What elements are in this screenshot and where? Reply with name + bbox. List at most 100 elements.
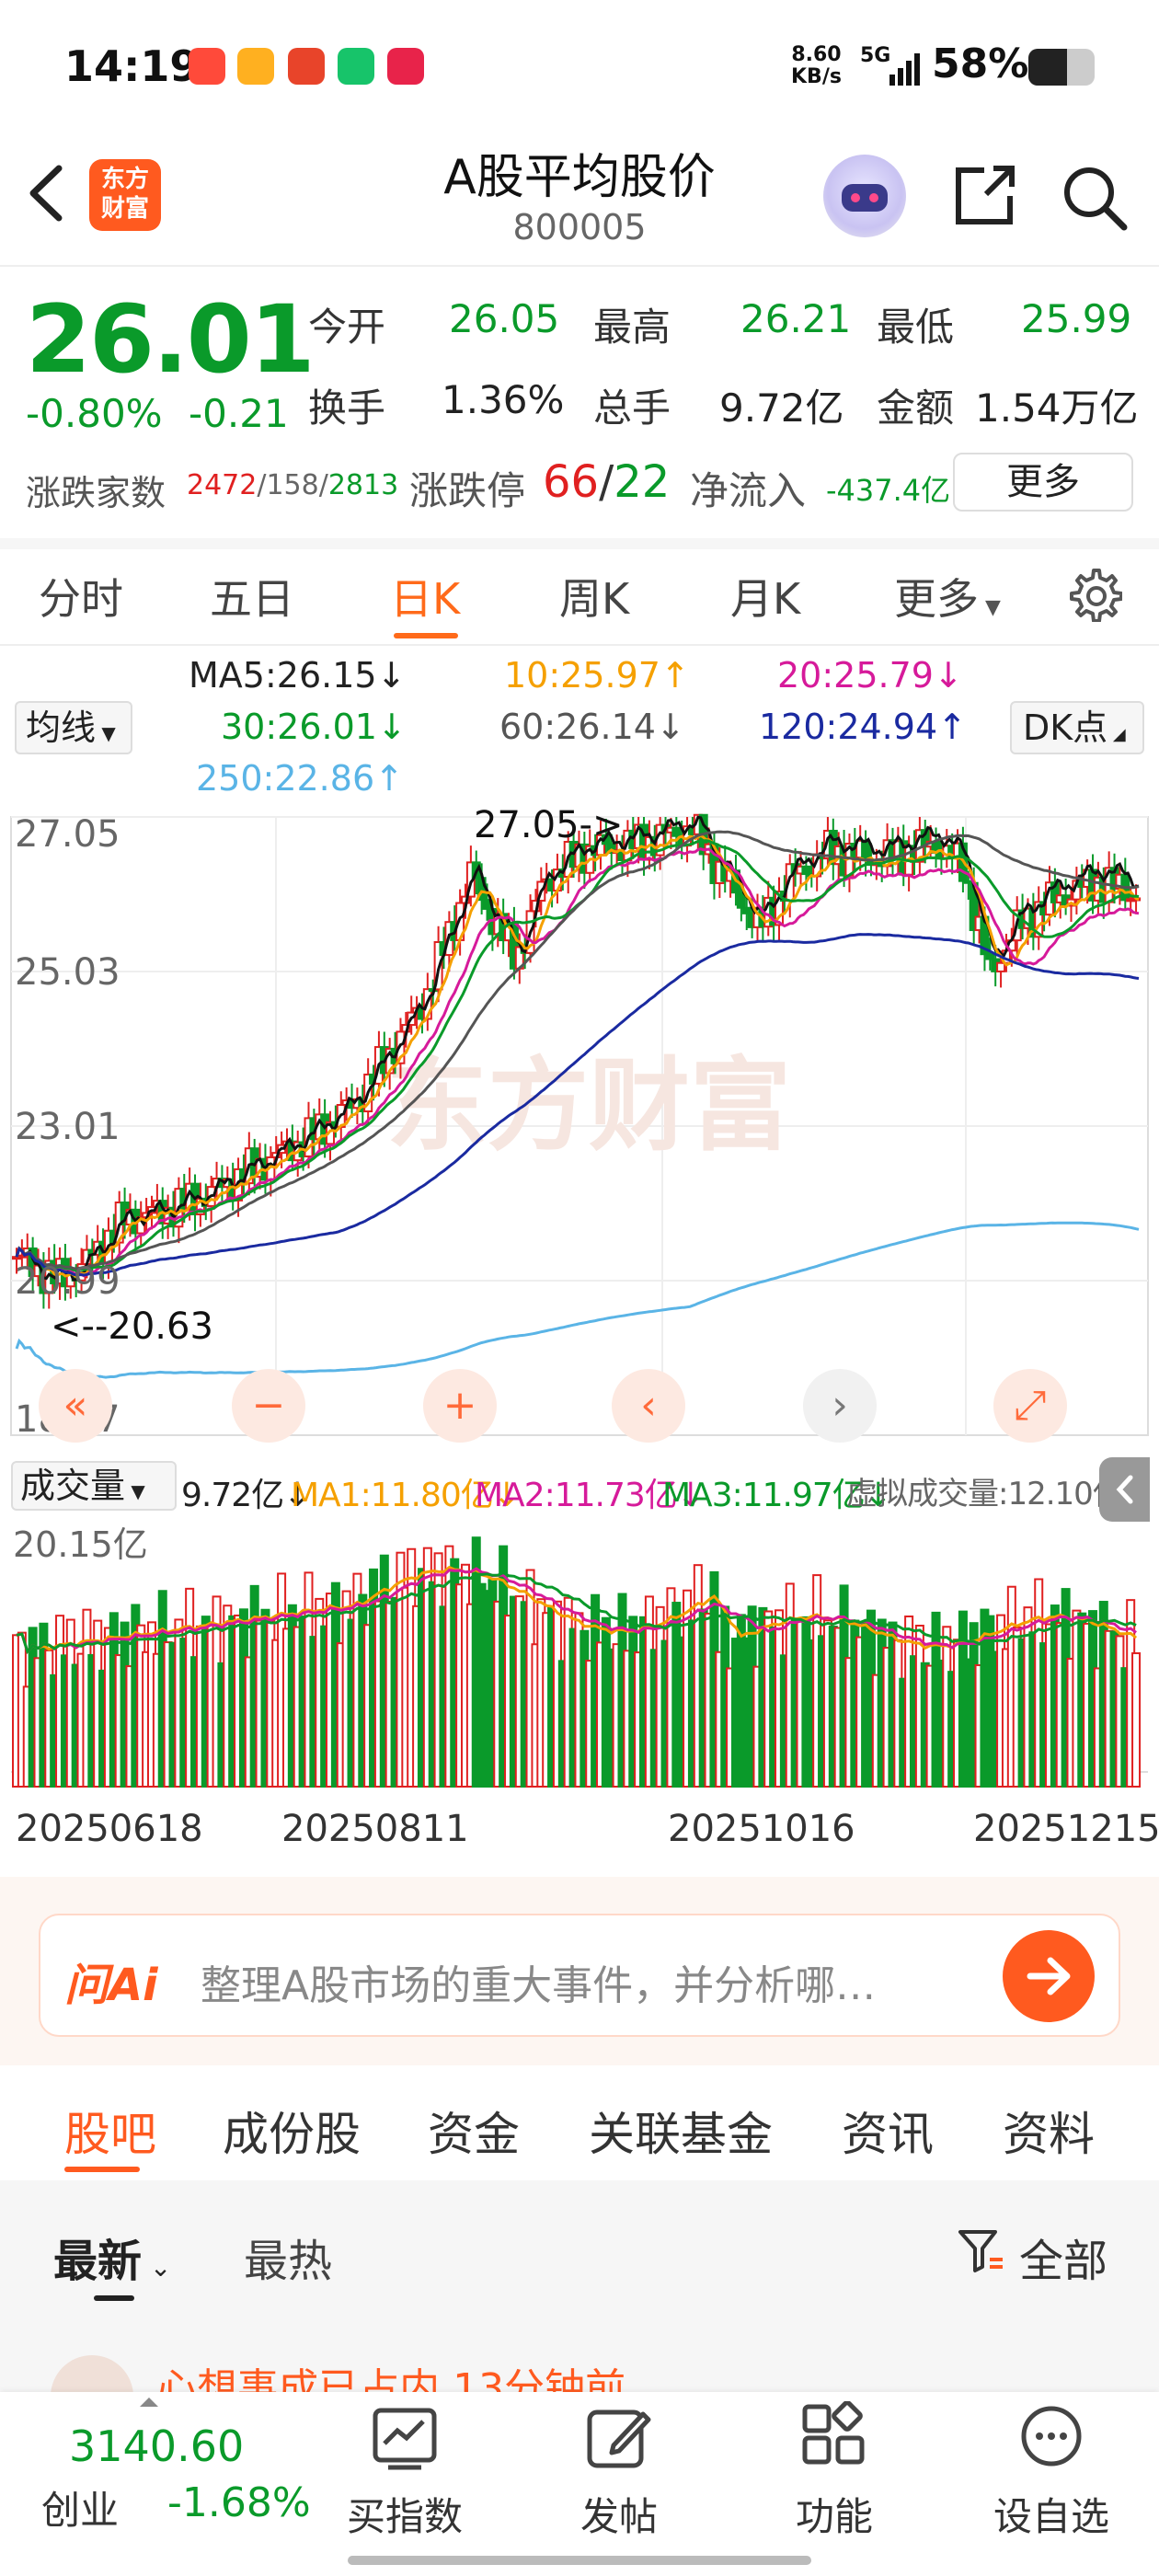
chevron-up-icon[interactable] <box>138 2394 160 2409</box>
tab-underline <box>64 2167 140 2172</box>
ma-dropdown[interactable]: 均线 ▼ <box>15 701 132 754</box>
share-icon[interactable] <box>949 161 1019 231</box>
y-axis-label: 27.05 <box>15 813 120 856</box>
filter-all[interactable]: 全部 <box>1019 2225 1107 2289</box>
volume-bars <box>12 1536 1142 1788</box>
tab-more[interactable]: 更多 ▼ <box>894 566 1001 627</box>
date-label: 20250618 <box>16 1808 203 1850</box>
ma120-label: 120:24.94↑ <box>759 707 967 747</box>
tab-weekly-k[interactable]: 周K <box>559 566 629 627</box>
amount-value: 1.54万亿 <box>975 385 1139 431</box>
gear-icon[interactable] <box>1065 565 1122 622</box>
index-value[interactable]: 3140.60 <box>69 2421 244 2471</box>
volume-dropdown[interactable]: 成交量 ▼ <box>11 1461 177 1511</box>
volume-max-label: 20.15亿 <box>13 1524 148 1565</box>
tab-constituents[interactable]: 成份股 <box>223 2098 361 2164</box>
ai-assistant-icon[interactable] <box>823 155 906 237</box>
virtual-volume: 虚拟成交量:12.10亿 <box>846 1476 1124 1512</box>
section-divider <box>0 538 1159 549</box>
post-preview-text: 心想事成已占内 13分钟前 <box>156 2365 626 2392</box>
more-button[interactable]: 更多 <box>953 453 1133 512</box>
search-icon[interactable] <box>1058 161 1131 235</box>
battery-icon <box>1028 49 1095 86</box>
sort-latest[interactable]: 最新 ⌄ <box>53 2225 171 2289</box>
tab-related-funds[interactable]: 关联基金 <box>589 2098 773 2164</box>
inflow-label: 净流入 <box>690 468 807 513</box>
tab-five-day[interactable]: 五日 <box>210 566 294 627</box>
grid-icon <box>802 2401 865 2465</box>
dk-point-button[interactable]: DK点 ◢ <box>1010 701 1144 754</box>
home-indicator[interactable] <box>348 2556 811 2565</box>
ma20-label: 20:25.79↓ <box>777 655 963 696</box>
current-price: 26.01 <box>26 285 316 395</box>
ai-prompt-text[interactable]: 整理A股市场的重大事件，并分析哪… <box>201 1952 964 2011</box>
zoom-in-icon: + <box>443 1382 477 1429</box>
net-speed: 8.60 KB/s <box>791 43 842 88</box>
edit-icon <box>587 2409 651 2468</box>
tab-underline <box>394 633 458 638</box>
post-preview[interactable]: 心想事成已占内 13分钟前 <box>51 2355 970 2392</box>
candle-body <box>671 826 682 837</box>
expand-icon: ⤢ <box>1014 1382 1046 1429</box>
signal-icon <box>889 53 920 86</box>
zoom-out-icon: − <box>252 1382 286 1429</box>
notification-app-icon <box>189 48 225 85</box>
index-name[interactable]: 创业 <box>41 2479 119 2536</box>
high-marker: 27.05-> <box>474 804 623 846</box>
page-title: A股平均股价 <box>443 150 716 205</box>
shopping-app-icon <box>387 48 424 85</box>
kline-chart[interactable]: 东方财富 27.0525.0323.0120.9918.97 27.05-> <… <box>0 800 1159 1822</box>
more-icon <box>1021 2406 1082 2467</box>
divider <box>0 265 1159 267</box>
tab-profile[interactable]: 资料 <box>1003 2098 1095 2164</box>
low-value: 25.99 <box>1021 296 1132 341</box>
arrow-right-icon <box>1027 1957 1071 1995</box>
ma60-label: 60:26.14↓ <box>499 707 685 747</box>
candle-body <box>801 865 811 876</box>
inflow-value: -437.4亿 <box>826 473 951 508</box>
tab-funds-flow[interactable]: 资金 <box>428 2098 520 2164</box>
high-value: 26.21 <box>740 296 852 341</box>
tab-daily-k[interactable]: 日K <box>390 566 460 627</box>
volume-value: 9.72亿 <box>719 385 844 431</box>
collapse-panel-button[interactable] <box>1099 1457 1150 1522</box>
scroll-start-icon: « <box>63 1382 88 1429</box>
tab-news[interactable]: 资讯 <box>842 2098 934 2164</box>
date-label: 20251016 <box>668 1808 855 1850</box>
turnover-label: 换手 <box>308 385 386 431</box>
app-logo: 东方 财富 <box>89 159 161 231</box>
y-axis-label: 25.03 <box>15 951 120 994</box>
nav-buy-index[interactable]: 买指数 <box>322 2401 488 2539</box>
ai-send-button[interactable] <box>1003 1930 1095 2022</box>
back-icon[interactable] <box>24 161 70 225</box>
tab-forum[interactable]: 股吧 <box>64 2098 156 2164</box>
sort-hot[interactable]: 最热 <box>244 2225 332 2289</box>
divider <box>0 644 1159 646</box>
stock-code: 800005 <box>512 207 647 247</box>
turnover-value: 1.36% <box>442 377 565 422</box>
candle-body <box>996 961 1006 972</box>
battery-percent: 58% <box>932 40 1029 87</box>
nav-add-watchlist[interactable]: 设自选 <box>969 2401 1134 2539</box>
updown-counts: 2472/158/2813 <box>187 469 399 501</box>
video-app-icon <box>237 48 274 85</box>
index-change[interactable]: -1.68% <box>167 2479 311 2526</box>
tab-intraday[interactable]: 分时 <box>39 566 123 627</box>
open-value: 26.05 <box>449 296 560 341</box>
volume-label: 总手 <box>593 385 671 431</box>
date-label: 20251215 <box>973 1808 1159 1850</box>
nav-label: 功能 <box>795 2494 873 2539</box>
change-percent: -0.80% <box>26 391 163 436</box>
tab-monthly-k[interactable]: 月K <box>730 566 800 627</box>
filter-icon[interactable] <box>957 2226 1004 2274</box>
candle-body <box>861 839 871 861</box>
nav-features[interactable]: 功能 <box>752 2401 917 2539</box>
nav-label: 发帖 <box>580 2494 658 2539</box>
nav-post[interactable]: 发帖 <box>536 2401 702 2539</box>
open-label: 今开 <box>308 305 386 350</box>
nav-label: 设自选 <box>993 2494 1109 2539</box>
phone-app-icon <box>338 48 374 85</box>
scroll-right-icon: › <box>832 1382 848 1429</box>
scroll-left-icon: ‹ <box>640 1382 657 1429</box>
ma10-label: 10:25.97↑ <box>504 655 690 696</box>
